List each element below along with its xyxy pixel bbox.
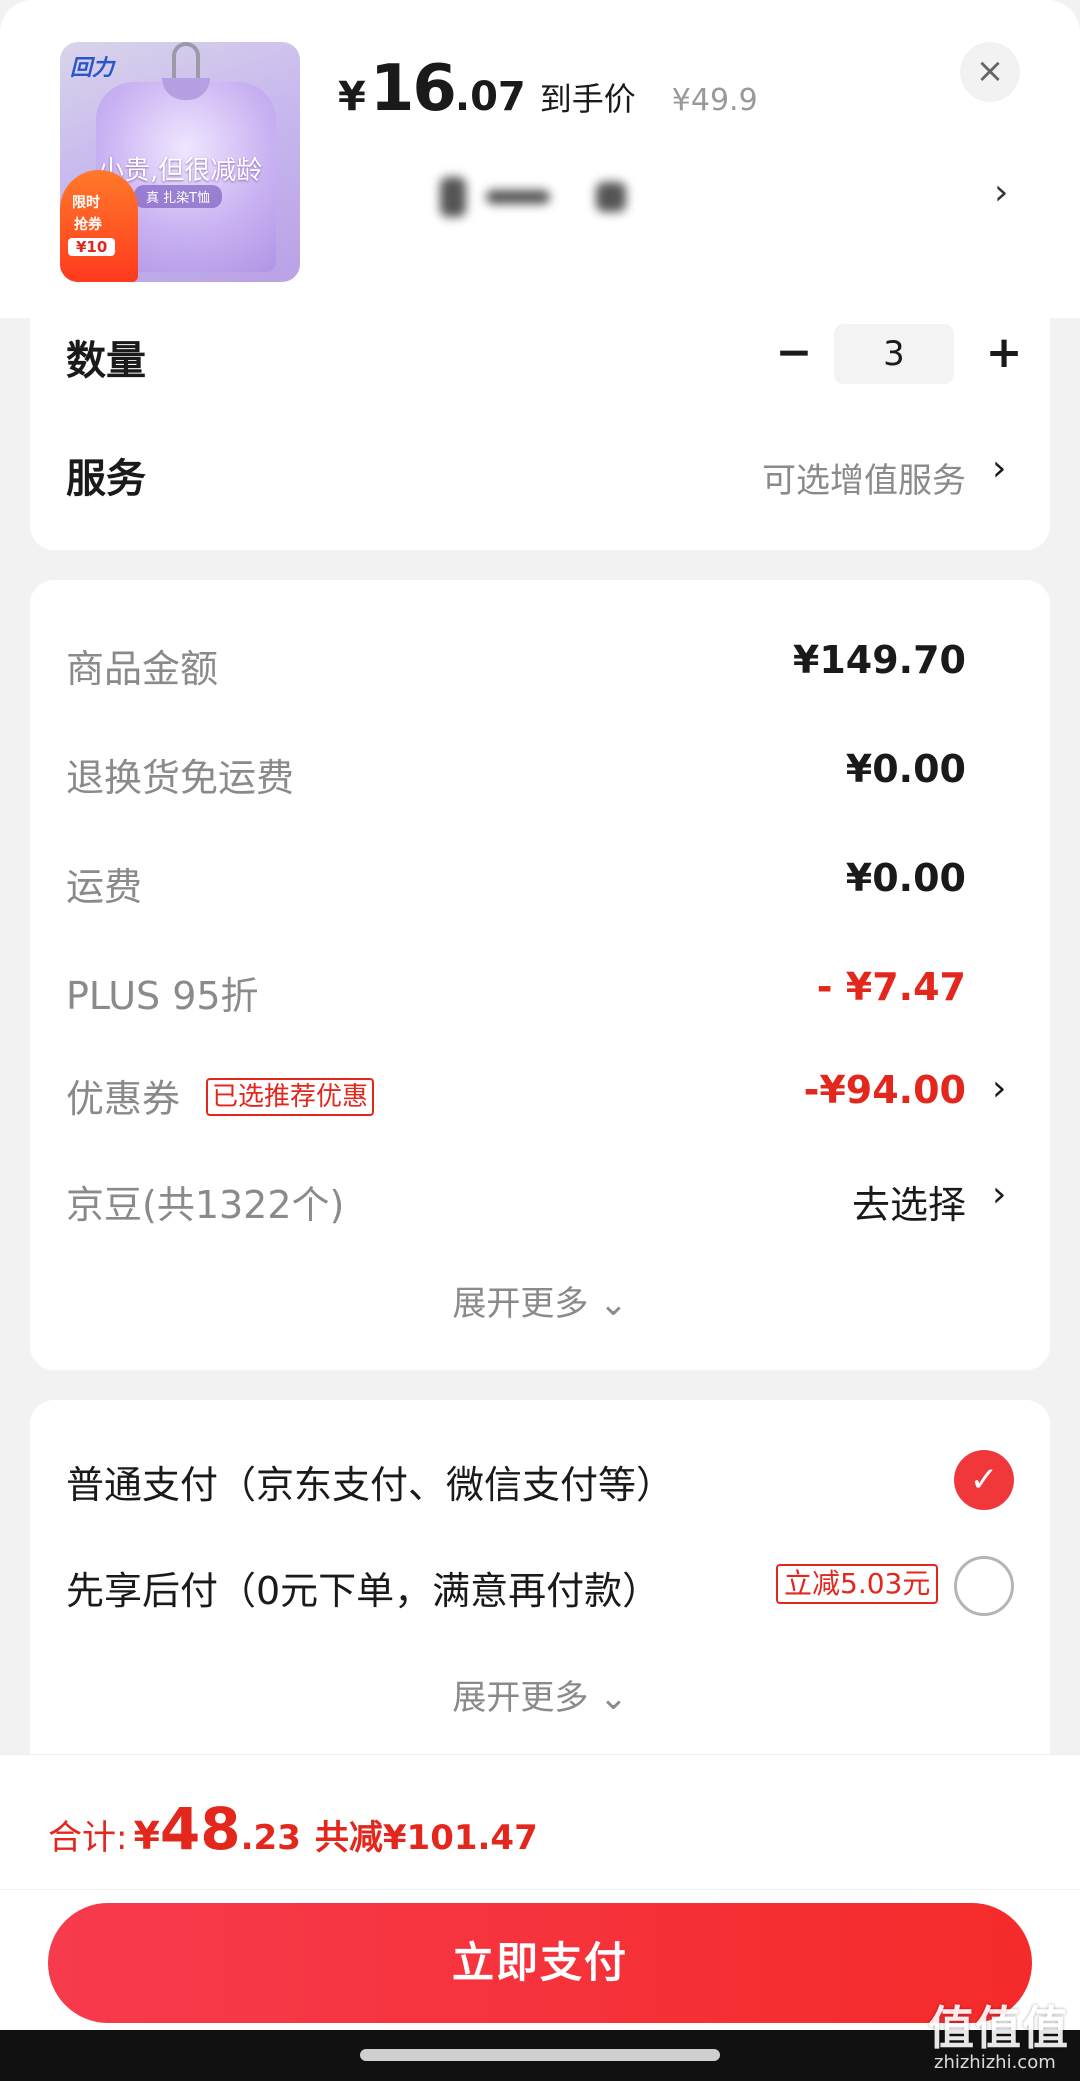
thumbnail-pill: 真 扎染T恤 [134,185,223,208]
thumbnail-brand-logo: 回力 [70,55,115,80]
payment-option-normal[interactable]: 普通支付（京东支付、微信支付等） [66,1454,674,1509]
chevron-right-icon[interactable]: › [994,172,1008,213]
fee-row-goods-amount: 商品金额 ¥149.70 [66,638,966,698]
order-total: 合计: ¥ 48 .23 共减¥101.47 [48,1795,538,1863]
flame-badge-text-1: 限时 [72,195,100,211]
fee-value: ¥0.00 [845,856,966,900]
fee-label: 商品金额 [66,647,219,691]
fee-value: ¥0.00 [845,747,966,791]
chevron-right-icon[interactable]: › [992,1068,1006,1109]
pay-now-button[interactable]: 立即支付 [48,1903,1032,2023]
fee-label: 退换货免运费 [66,756,295,800]
final-price: ¥ 16 .07 到手价 ¥49.9 [338,52,758,126]
jd-beans-select[interactable]: 去选择 [852,1174,966,1229]
price-breakdown-card: 商品金额 ¥149.70 退换货免运费 ¥0.00 运费 ¥0.00 PLUS … [30,580,1050,1370]
coupon-recommended-badge: 已选推荐优惠 [206,1078,375,1116]
fee-row-shipping: 运费 ¥0.00 [66,856,966,916]
fee-label: 京豆(共1322个) [66,1183,345,1227]
divider [0,1889,1080,1890]
total-currency: ¥ [133,1814,160,1858]
fee-row-coupon[interactable]: 优惠券 已选推荐优惠 -¥94.00 [66,1068,966,1128]
payment-option-pay-later[interactable]: 先享后付（0元下单，满意再付款） [66,1560,660,1615]
flame-badge-price: ¥10 [68,238,116,256]
watermark-logo: 值值值 [928,2001,1069,2055]
chevron-right-icon[interactable]: › [992,1174,1006,1215]
pay-later-discount-badge: 立减5.03元 [776,1564,939,1604]
home-indicator[interactable] [360,2049,720,2061]
price-decimal: .07 [454,74,526,120]
price-tag-label: 到手价 [539,80,636,118]
quantity-service-card: 数量 − 3 + 服务 可选增值服务 › [30,318,1050,550]
fee-row-return-shipping: 退换货免运费 ¥0.00 [66,747,966,807]
service-label: 服务 [66,456,146,502]
fee-label: 优惠券 [66,1077,181,1121]
quantity-plus-button[interactable]: + [974,324,1034,384]
checkout-footer: 合计: ¥ 48 .23 共减¥101.47 立即支付 [0,1754,1080,2030]
close-icon[interactable]: × [960,42,1020,102]
checkout-sheet: 回力 小贵,但很减龄 真 扎染T恤 限时 抢券 ¥10 ¥ 16 .07 到手价… [0,0,1080,2081]
chevron-right-icon[interactable]: › [992,448,1006,489]
quantity-minus-button[interactable]: − [764,324,824,384]
original-price: ¥49.9 [671,83,758,118]
price-integer: 16 [369,52,457,126]
total-saving: 共减¥101.47 [314,1818,538,1858]
service-hint[interactable]: 可选增值服务 [762,453,966,502]
payment-method-card: 普通支付（京东支付、微信支付等） ✓ 先享后付（0元下单，满意再付款） 立减5.… [30,1400,1050,1780]
fee-value: -¥94.00 [803,1068,966,1112]
fee-row-jd-beans[interactable]: 京豆(共1322个) 去选择 [66,1174,966,1234]
fee-label: 运费 [66,865,143,909]
fee-value: ¥149.70 [792,638,966,682]
expand-more-fees-button[interactable]: 展开更多 ⌄ [30,1276,1050,1325]
flame-badge-text-2: 抢券 [74,217,102,233]
quantity-label: 数量 [66,338,146,384]
quantity-input[interactable]: 3 [834,324,954,384]
total-integer: 48 [159,1795,241,1863]
total-label: 合计: [48,1818,128,1858]
product-header: 回力 小贵,但很减龄 真 扎染T恤 限时 抢券 ¥10 ¥ 16 .07 到手价… [0,0,1080,318]
fee-row-plus-discount: PLUS 95折 - ¥7.47 [66,965,966,1025]
total-decimal: .23 [240,1818,301,1858]
unchecked-radio-icon[interactable] [954,1556,1014,1616]
product-thumbnail[interactable]: 回力 小贵,但很减龄 真 扎染T恤 限时 抢券 ¥10 [60,42,300,282]
price-currency: ¥ [338,74,366,120]
watermark-url: zhizhizhi.com [934,2052,1056,2073]
expand-more-payment-button[interactable]: 展开更多 ⌄ [30,1670,1050,1719]
fee-value: - ¥7.47 [816,965,966,1009]
blurred-spec-selection[interactable] [440,172,640,222]
hanger-graphic [172,42,200,82]
fee-label: PLUS 95折 [66,974,259,1018]
checked-radio-icon[interactable]: ✓ [954,1450,1014,1510]
